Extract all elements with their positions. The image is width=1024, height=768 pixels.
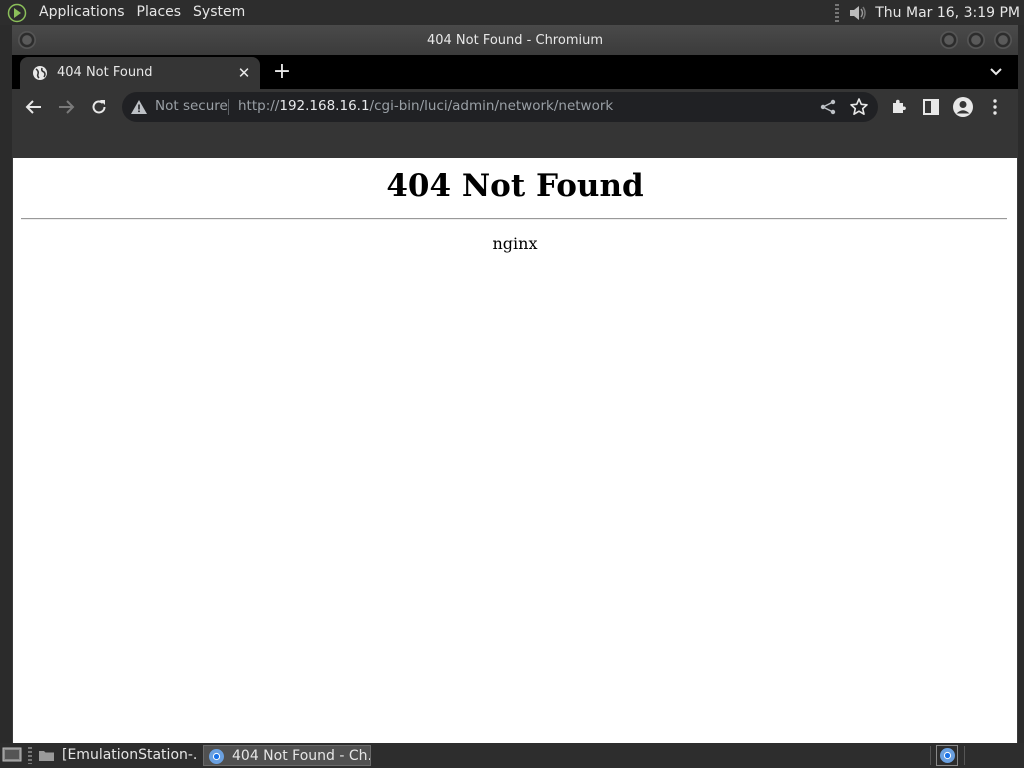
top-panel: Applications Places System Thu Mar 16, 3… [0, 0, 1024, 25]
volume-icon[interactable] [847, 3, 867, 23]
url-path: /cgi-bin/luci/admin/network/network [369, 98, 614, 114]
omnibox-separator [228, 99, 229, 115]
close-tab-icon[interactable]: ✕ [234, 63, 254, 83]
address-bar[interactable]: Not secure http://192.168.16.1/cgi-bin/l… [122, 92, 878, 122]
url-text[interactable]: http://192.168.16.1/cgi-bin/luci/admin/n… [238, 98, 613, 114]
globe-icon [33, 66, 47, 80]
security-label[interactable]: Not secure [155, 98, 228, 114]
chromium-icon [209, 749, 224, 764]
taskbar-item-chromium[interactable]: 404 Not Found - Ch... [203, 745, 371, 766]
forward-arrow-icon[interactable] [56, 97, 76, 117]
new-tab-button[interactable]: + [270, 60, 294, 84]
warning-icon[interactable] [131, 100, 147, 114]
window-menu-button[interactable] [18, 31, 36, 49]
share-icon[interactable] [819, 98, 837, 116]
more-menu-icon[interactable] [985, 97, 1005, 117]
show-desktop-icon[interactable] [2, 746, 22, 764]
taskbar-item-label: [EmulationStation-... [62, 747, 198, 763]
reload-icon[interactable] [89, 97, 109, 117]
maximize-button[interactable] [967, 31, 985, 49]
divider [21, 218, 1007, 220]
taskbar-separator [930, 746, 931, 765]
star-icon[interactable] [849, 97, 869, 117]
taskbar-grip[interactable] [28, 747, 32, 764]
window-title: 404 Not Found - Chromium [426, 33, 603, 48]
menu-system[interactable]: System [187, 0, 251, 25]
clock[interactable]: Thu Mar 16, 3:19 PM [875, 5, 1020, 21]
url-scheme: http:// [238, 98, 280, 114]
chromium-tray-icon [940, 748, 955, 763]
page-heading: 404 Not Found [386, 168, 644, 204]
url-host: 192.168.16.1 [279, 98, 370, 114]
menu-applications[interactable]: Applications [33, 0, 131, 25]
extensions-puzzle-icon[interactable] [889, 97, 909, 117]
close-window-button[interactable] [994, 31, 1012, 49]
side-panel-icon[interactable] [921, 97, 941, 117]
minimize-button[interactable] [940, 31, 958, 49]
tab-strip: 404 Not Found ✕ + [12, 55, 1018, 89]
window-titlebar[interactable]: 404 Not Found - Chromium [12, 25, 1018, 55]
back-arrow-icon[interactable] [24, 97, 44, 117]
page-content: 404 Not Found nginx [13, 158, 1017, 743]
taskbar-item-emulationstation[interactable]: [EmulationStation-... [34, 745, 198, 766]
panel-tray: Thu Mar 16, 3:19 PM [835, 0, 1024, 25]
bookmark-bar [12, 125, 1018, 158]
server-name: nginx [492, 234, 538, 253]
distro-logo-icon[interactable] [7, 3, 27, 23]
main-menu: Applications Places System [0, 0, 251, 25]
profile-avatar-icon[interactable] [952, 96, 974, 118]
tab-title: 404 Not Found [57, 65, 153, 80]
browser-toolbar: Not secure http://192.168.16.1/cgi-bin/l… [12, 89, 1018, 125]
bottom-taskbar: [EmulationStation-... 404 Not Found - Ch… [0, 743, 1024, 768]
menu-places[interactable]: Places [131, 0, 188, 25]
tab-404[interactable]: 404 Not Found ✕ [20, 57, 260, 89]
taskbar-separator [964, 746, 965, 765]
tray-chromium-button[interactable] [936, 745, 958, 766]
folder-icon [39, 751, 54, 761]
browser-window: 404 Not Found - Chromium 404 Not Found ✕… [12, 25, 1018, 743]
chevron-down-icon[interactable] [986, 62, 1006, 82]
taskbar-item-label: 404 Not Found - Ch... [232, 748, 371, 764]
panel-grip[interactable] [835, 3, 840, 22]
